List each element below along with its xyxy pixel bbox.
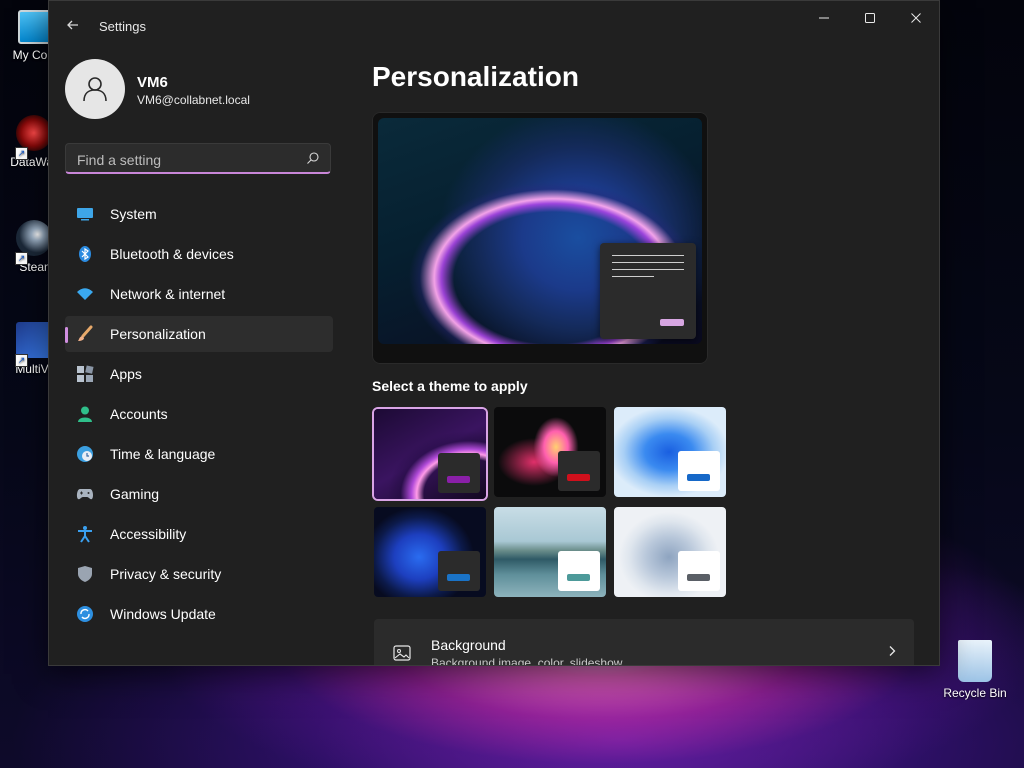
profile-name: VM6 xyxy=(137,74,168,91)
preview-line xyxy=(612,276,654,277)
recycle-bin-icon xyxy=(958,640,992,682)
preview-window xyxy=(600,243,696,339)
preview-line xyxy=(612,255,684,256)
theme-tile[interactable] xyxy=(614,507,726,597)
theme-window-preview xyxy=(558,551,600,591)
sidebar-item-label: System xyxy=(110,206,157,222)
sidebar-item-time-language[interactable]: Time & language xyxy=(65,436,333,472)
shortcut-arrow-icon: ↗ xyxy=(15,147,28,160)
shortcut-arrow-icon: ↗ xyxy=(15,354,28,367)
theme-window-preview xyxy=(678,451,720,491)
theme-window-preview xyxy=(438,453,480,493)
preview-wallpaper xyxy=(378,118,702,344)
sidebar-item-label: Privacy & security xyxy=(110,566,222,582)
time-language-icon xyxy=(76,445,94,463)
preview-line xyxy=(612,262,684,263)
system-icon xyxy=(76,205,94,223)
background-card-title: Background xyxy=(431,637,506,653)
privacy-shield-icon xyxy=(76,565,94,583)
sidebar-item-network[interactable]: Network & internet xyxy=(65,276,333,312)
gaming-icon xyxy=(76,485,94,503)
multive-app-icon xyxy=(16,322,52,358)
profile-email: VM6@collabnet.local xyxy=(137,93,250,107)
page-title: Personalization xyxy=(372,61,579,92)
theme-tile[interactable] xyxy=(374,409,486,499)
theme-accent xyxy=(567,474,590,481)
app-title: Settings xyxy=(99,19,146,34)
network-icon xyxy=(76,285,94,303)
theme-accent xyxy=(687,474,710,481)
sidebar-item-gaming[interactable]: Gaming xyxy=(65,476,333,512)
apps-icon xyxy=(76,365,94,383)
back-button[interactable] xyxy=(61,13,85,37)
sidebar-item-apps[interactable]: Apps xyxy=(65,356,333,392)
maximize-icon xyxy=(865,13,875,23)
sidebar-item-label: Windows Update xyxy=(110,606,216,622)
accounts-icon xyxy=(76,405,94,423)
user-avatar-icon xyxy=(83,77,107,102)
sidebar-nav: System Bluetooth & devices Network & int… xyxy=(65,196,333,636)
sidebar-item-accessibility[interactable]: Accessibility xyxy=(65,516,333,552)
theme-window-preview xyxy=(678,551,720,591)
sidebar-item-label: Bluetooth & devices xyxy=(110,246,234,262)
sidebar-item-label: Personalization xyxy=(110,326,206,342)
title-bar[interactable]: Settings xyxy=(49,1,939,49)
theme-tile[interactable] xyxy=(614,407,726,497)
sidebar-item-personalization[interactable]: Personalization xyxy=(65,316,333,352)
theme-accent xyxy=(567,574,590,581)
theme-window-preview xyxy=(558,451,600,491)
chevron-right-icon xyxy=(889,646,896,656)
theme-section-label: Select a theme to apply xyxy=(372,378,528,394)
bluetooth-icon xyxy=(76,245,94,263)
desktop-icon-label: Recycle Bin xyxy=(943,686,1007,700)
windows-update-icon xyxy=(76,605,94,623)
maximize-button[interactable] xyxy=(847,1,893,35)
datawag-app-icon xyxy=(16,115,52,151)
theme-preview xyxy=(372,112,708,364)
sidebar-item-label: Time & language xyxy=(110,446,216,462)
sidebar-item-system[interactable]: System xyxy=(65,196,333,232)
image-icon xyxy=(393,645,411,661)
sidebar-item-bluetooth[interactable]: Bluetooth & devices xyxy=(65,236,333,272)
background-card-subtitle: Background image, color, slideshow xyxy=(431,656,623,666)
sidebar-item-label: Gaming xyxy=(110,486,160,502)
theme-tile[interactable] xyxy=(374,507,486,597)
theme-grid xyxy=(372,407,732,599)
active-indicator xyxy=(65,327,68,343)
preview-accent-button xyxy=(660,319,684,326)
close-button[interactable] xyxy=(893,1,939,35)
sidebar-item-label: Accounts xyxy=(110,406,168,422)
personalization-brush-icon xyxy=(76,325,94,343)
theme-tile[interactable] xyxy=(494,407,606,497)
back-arrow-icon xyxy=(67,20,78,30)
shortcut-arrow-icon: ↗ xyxy=(15,252,28,265)
theme-accent xyxy=(687,574,710,581)
minimize-icon xyxy=(819,17,829,19)
sidebar-item-accounts[interactable]: Accounts xyxy=(65,396,333,432)
theme-accent xyxy=(447,574,470,581)
search-input[interactable] xyxy=(75,149,299,170)
theme-accent xyxy=(447,476,470,483)
theme-window-preview xyxy=(438,551,480,591)
sidebar-item-label: Apps xyxy=(110,366,142,382)
background-setting-card[interactable]: Background Background image, color, slid… xyxy=(374,619,914,666)
avatar[interactable] xyxy=(65,59,125,119)
desktop-icon-recycle-bin[interactable]: Recycle Bin xyxy=(940,640,1010,700)
sidebar-item-windows-update[interactable]: Windows Update xyxy=(65,596,333,632)
search-box[interactable] xyxy=(65,143,331,174)
accessibility-icon xyxy=(76,525,94,543)
steam-icon xyxy=(16,220,52,256)
sidebar-item-label: Accessibility xyxy=(110,526,187,542)
search-icon[interactable] xyxy=(306,151,320,165)
preview-line xyxy=(612,269,684,270)
minimize-button[interactable] xyxy=(801,1,847,35)
sidebar-item-privacy-security[interactable]: Privacy & security xyxy=(65,556,333,592)
close-icon xyxy=(911,13,921,23)
sidebar-item-label: Network & internet xyxy=(110,286,226,302)
settings-window: Settings VM6 VM6@collabnet.local Find a … xyxy=(48,0,940,666)
theme-tile[interactable] xyxy=(494,507,606,597)
